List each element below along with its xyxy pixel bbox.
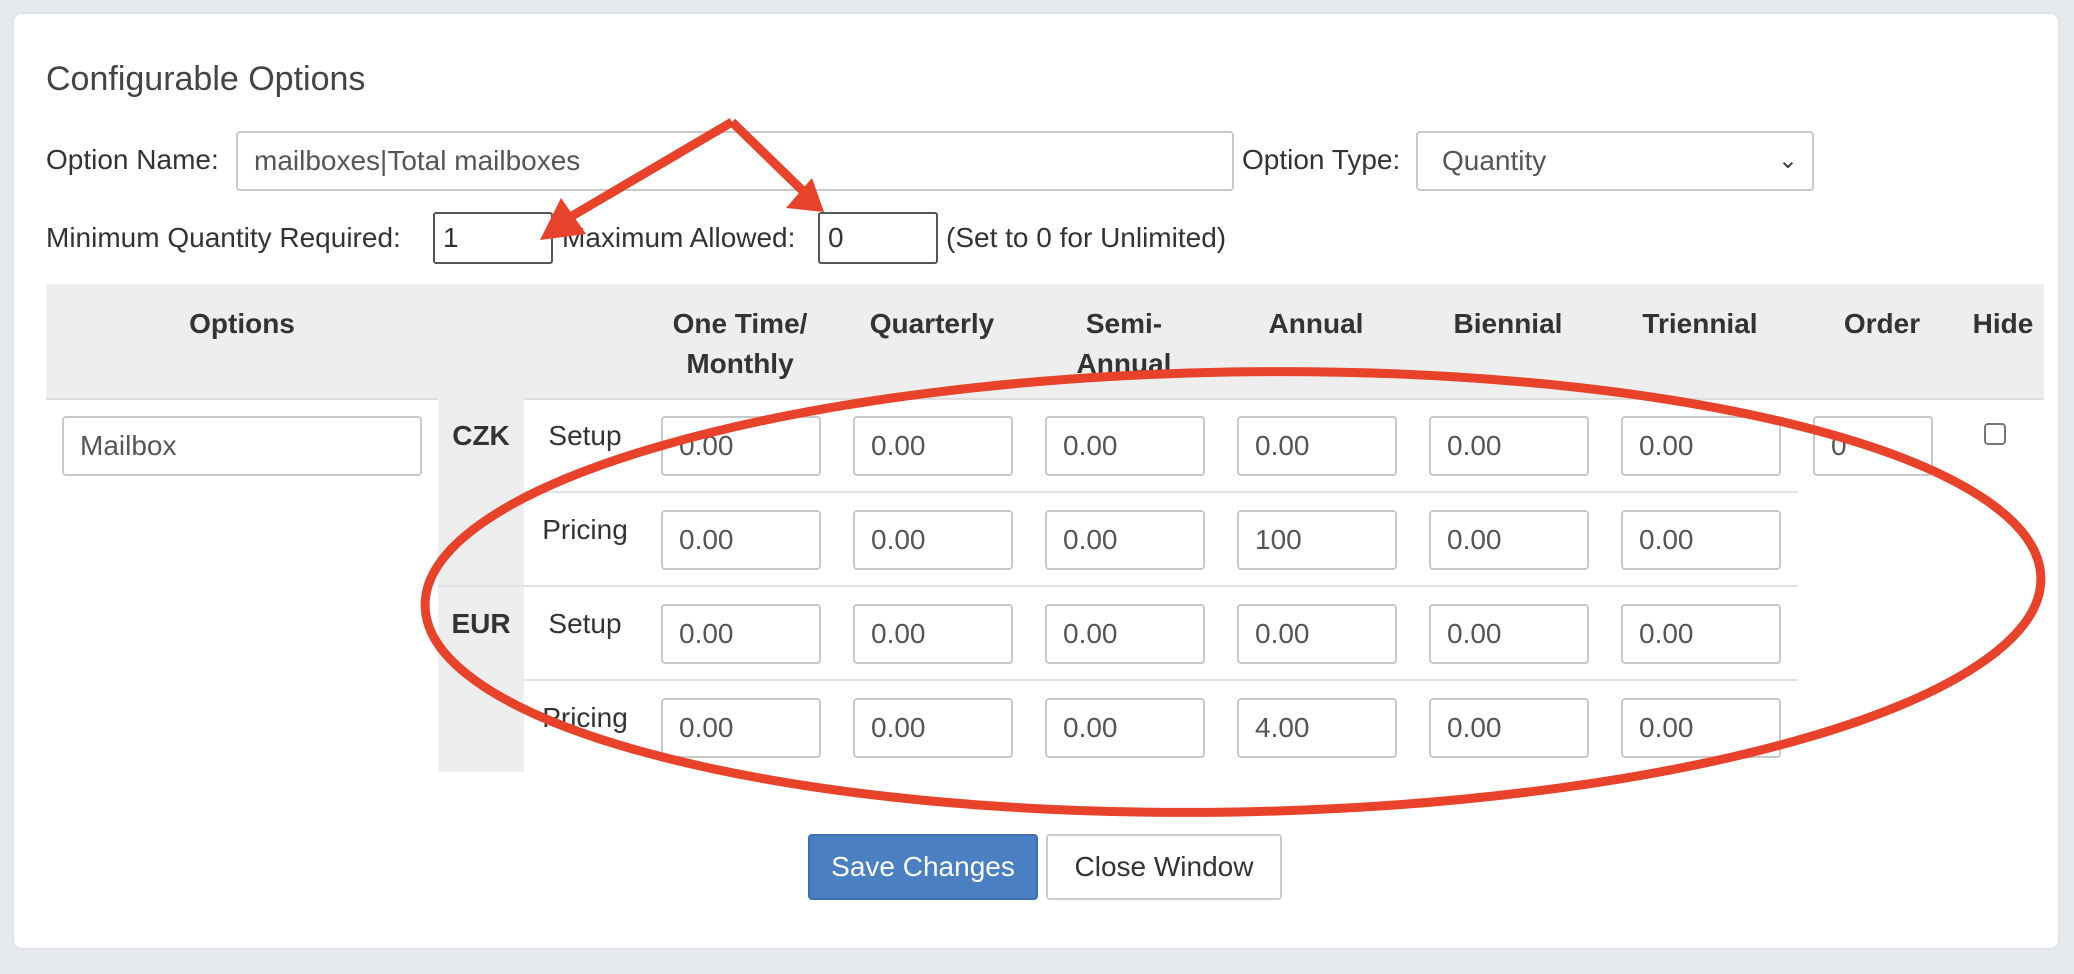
eur-pricing-monthly-input[interactable]: 0.00 — [661, 698, 821, 758]
currency-code-eur: EUR — [451, 608, 511, 639]
option-type-select[interactable]: Quantity ⌄ — [1416, 131, 1814, 191]
min-qty-label: Minimum Quantity Required: — [46, 222, 401, 253]
header-hide: Hide — [1972, 308, 2034, 339]
header-monthly-line1: One Time/ — [672, 308, 808, 339]
hide-checkbox[interactable] — [1984, 423, 2006, 445]
eur-setup-monthly-input[interactable]: 0.00 — [661, 604, 821, 664]
option-row-name-input[interactable]: Mailbox — [62, 416, 422, 476]
czk-setup-semiannual-input[interactable]: 0.00 — [1045, 416, 1205, 476]
row-separator — [524, 491, 1798, 493]
header-semiannual-line1: Semi- — [1085, 308, 1163, 339]
min-qty-input[interactable]: 1 — [433, 212, 553, 264]
header-monthly: One Time/ Monthly — [660, 304, 820, 384]
page-title: Configurable Options — [46, 60, 366, 98]
czk-setup-monthly-input[interactable]: 0.00 — [661, 416, 821, 476]
czk-pricing-monthly-input[interactable]: 0.00 — [661, 510, 821, 570]
eur-pricing-triennial-input[interactable]: 0.00 — [1621, 698, 1781, 758]
currency-code-czk: CZK — [452, 420, 510, 451]
row-separator — [524, 679, 1798, 681]
header-biennial: Biennial — [1453, 308, 1563, 339]
max-allowed-input[interactable]: 0 — [818, 212, 938, 264]
eur-setup-annual-input[interactable]: 0.00 — [1237, 604, 1397, 664]
czk-pricing-annual-input[interactable]: 100 — [1237, 510, 1397, 570]
header-order: Order — [1843, 308, 1921, 339]
chevron-down-icon: ⌄ — [1777, 147, 1798, 174]
header-triennial: Triennial — [1642, 308, 1758, 339]
eur-setup-triennial-input[interactable]: 0.00 — [1621, 604, 1781, 664]
eur-setup-quarterly-input[interactable]: 0.00 — [853, 604, 1013, 664]
czk-setup-quarterly-input[interactable]: 0.00 — [853, 416, 1013, 476]
header-semiannual: Semi- Annual — [1044, 304, 1204, 384]
eur-pricing-semiannual-input[interactable]: 0.00 — [1045, 698, 1205, 758]
row-label-eur-setup: Setup — [548, 608, 622, 639]
czk-pricing-quarterly-input[interactable]: 0.00 — [853, 510, 1013, 570]
header-quarterly: Quarterly — [869, 308, 995, 339]
row-label-czk-pricing: Pricing — [542, 514, 628, 545]
czk-pricing-biennial-input[interactable]: 0.00 — [1429, 510, 1589, 570]
row-label-czk-setup: Setup — [548, 420, 622, 451]
czk-pricing-semiannual-input[interactable]: 0.00 — [1045, 510, 1205, 570]
pricing-table-header: Options One Time/ Monthly Quarterly Semi… — [46, 284, 2044, 400]
option-type-value: Quantity — [1442, 145, 1547, 176]
header-options: Options — [189, 308, 295, 339]
header-monthly-line2: Monthly — [686, 348, 794, 379]
header-annual: Annual — [1268, 308, 1364, 339]
czk-setup-biennial-input[interactable]: 0.00 — [1429, 416, 1589, 476]
eur-pricing-quarterly-input[interactable]: 0.00 — [853, 698, 1013, 758]
row-separator — [438, 585, 1798, 587]
option-name-input[interactable]: mailboxes|Total mailboxes — [236, 131, 1234, 191]
eur-setup-biennial-input[interactable]: 0.00 — [1429, 604, 1589, 664]
header-semiannual-line2: Annual — [1076, 348, 1172, 379]
row-label-eur-pricing: Pricing — [542, 702, 628, 733]
eur-pricing-biennial-input[interactable]: 0.00 — [1429, 698, 1589, 758]
czk-setup-annual-input[interactable]: 0.00 — [1237, 416, 1397, 476]
option-name-label: Option Name: — [46, 144, 219, 175]
czk-pricing-triennial-input[interactable]: 0.00 — [1621, 510, 1781, 570]
eur-setup-semiannual-input[interactable]: 0.00 — [1045, 604, 1205, 664]
order-input[interactable]: 0 — [1813, 416, 1933, 476]
unlimited-hint: (Set to 0 for Unlimited) — [946, 222, 1227, 253]
max-allowed-label: Maximum Allowed: — [562, 222, 796, 253]
close-window-button[interactable]: Close Window — [1046, 834, 1282, 900]
save-changes-button[interactable]: Save Changes — [808, 834, 1038, 900]
czk-setup-triennial-input[interactable]: 0.00 — [1621, 416, 1781, 476]
eur-pricing-annual-input[interactable]: 4.00 — [1237, 698, 1397, 758]
option-type-label: Option Type: — [1242, 144, 1401, 175]
